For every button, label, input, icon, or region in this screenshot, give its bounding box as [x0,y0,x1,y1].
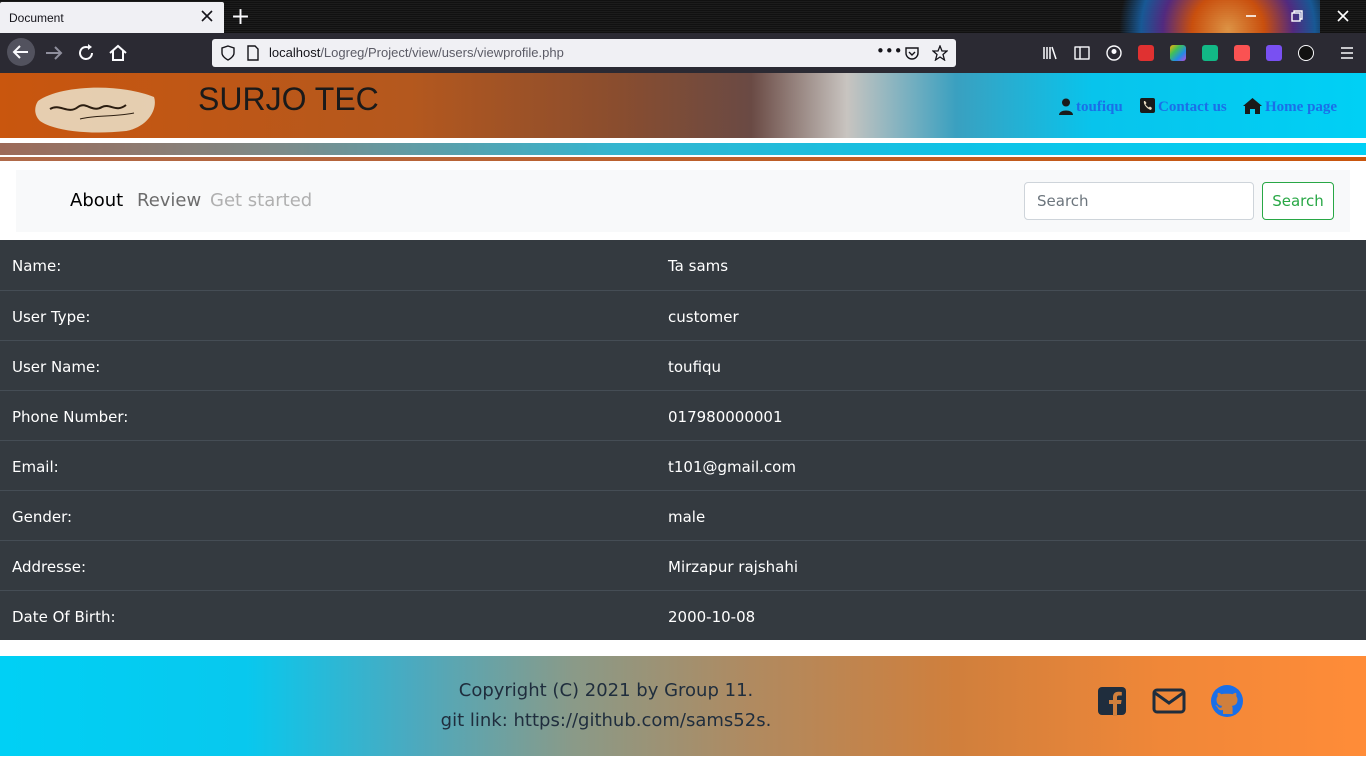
field-label: Gender: [12,508,73,526]
extension-video-icon[interactable] [1234,45,1250,61]
restore-icon[interactable] [1289,8,1305,24]
mail-icon[interactable] [1152,686,1186,716]
page-info-icon[interactable] [245,45,261,61]
extension-s-icon[interactable] [1202,45,1218,61]
field-value: Mirzapur rajshahi [668,558,799,576]
table-row: User Name: toufiqu [0,340,1366,390]
table-row: Addresse: Mirzapur rajshahi [0,540,1366,590]
decorative-stripe [0,157,1366,161]
field-label: Date Of Birth: [12,608,116,626]
minimize-icon[interactable] [1243,8,1259,24]
field-value: 017980000001 [668,408,783,426]
bookmark-star-icon[interactable] [932,45,948,61]
field-label: User Name: [12,358,101,376]
field-label: Phone Number: [12,408,129,426]
table-row: Email: t101@gmail.com [0,440,1366,490]
search-button[interactable]: Search [1262,182,1334,220]
field-label: Email: [12,458,59,476]
back-icon[interactable] [6,37,36,67]
table-row: Date Of Birth: 2000-10-08 [0,590,1366,640]
reload-icon[interactable] [74,41,98,65]
sidebar-icon[interactable] [1074,45,1090,61]
url-bar[interactable]: localhost/Logreg/Project/view/users/view… [212,39,956,67]
browser-tab[interactable]: Document [0,2,224,33]
new-tab-icon[interactable] [232,8,249,25]
footer-copyright: Copyright (C) 2021 by Group 11. [458,680,754,701]
site-brand-title[interactable]: SURJO TEC [198,81,379,118]
table-row: User Type: customer [0,290,1366,340]
profile-table: Name: Ta sams User Type: customer User N… [0,240,1366,640]
phone-icon [1140,98,1155,113]
facebook-icon[interactable] [1097,686,1127,716]
nav-item-review[interactable]: Review [137,190,201,211]
field-value: male [668,508,706,526]
library-icon[interactable] [1042,45,1058,61]
field-value: Ta sams [668,257,729,275]
header-link-home-label: Home page [1265,99,1338,115]
footer-git-link[interactable]: git link: https://github.com/sams52s. [0,710,1289,731]
tab-title: Document [9,11,64,25]
home-icon [1243,98,1262,114]
home-icon[interactable] [106,41,130,65]
search-input[interactable] [1024,182,1254,220]
field-label: Addresse: [12,558,87,576]
browser-toolbar: localhost/Logreg/Project/view/users/view… [0,33,1366,73]
url-path: /Logreg/Project/view/users/viewprofile.p… [320,45,564,60]
table-row: Gender: male [0,490,1366,540]
tracking-shield-icon[interactable] [220,45,236,61]
decorative-band [0,143,1366,155]
url-text: localhost/Logreg/Project/view/users/view… [269,45,564,60]
nav-item-get-started: Get started [210,190,313,211]
secondary-nav: About Review Get started Search [16,170,1350,232]
github-icon[interactable] [1211,685,1243,717]
field-value: 2000-10-08 [668,608,756,626]
pocket-icon[interactable] [904,45,920,61]
account-icon[interactable] [1106,45,1122,61]
site-footer: Copyright (C) 2021 by Group 11. git link… [0,656,1366,756]
field-label: User Type: [12,308,91,326]
forward-icon[interactable] [42,41,66,65]
browser-tab-bar: Document [0,0,1366,73]
header-link-contact-label: Contact us [1158,99,1227,115]
url-host: localhost [269,45,321,60]
table-row: Name: Ta sams [0,240,1366,290]
extension-purple-icon[interactable] [1266,45,1282,61]
close-window-icon[interactable] [1335,8,1351,24]
table-row: Phone Number: 017980000001 [0,390,1366,440]
nav-item-about[interactable]: About [70,190,123,211]
menu-icon[interactable] [1339,45,1355,61]
close-tab-icon[interactable] [199,8,215,24]
field-value: toufiqu [668,358,722,376]
site-logo[interactable] [30,79,160,135]
extension-clock-icon[interactable] [1298,45,1314,61]
header-link-contact[interactable]: Contact us [1140,98,1227,116]
field-value: t101@gmail.com [668,458,796,476]
page-actions-icon[interactable]: ••• [876,42,903,60]
site-header: SURJO TEC toufiqu Contact us Home page [0,73,1366,138]
header-link-user[interactable]: toufiqu [1059,98,1123,116]
field-value: customer [668,308,739,326]
extension-lock-icon[interactable] [1138,45,1154,61]
header-link-user-label: toufiqu [1076,99,1123,115]
field-label: Name: [12,257,62,275]
user-icon [1059,98,1073,115]
extension-color-icon[interactable] [1170,45,1186,61]
header-link-home[interactable]: Home page [1243,98,1338,116]
